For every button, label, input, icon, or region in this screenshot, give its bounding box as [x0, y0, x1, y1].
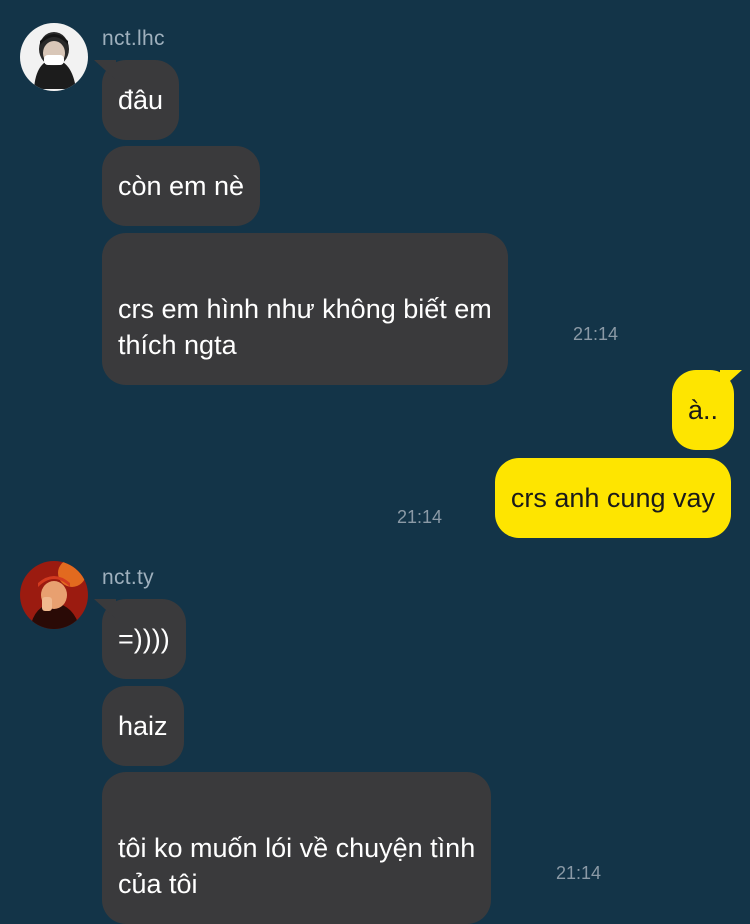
- message-text: tôi ko muốn lói về chuyện tình của tôi: [118, 833, 476, 899]
- message-bubble[interactable]: =)))): [102, 599, 186, 679]
- sender-name: nct.ty: [102, 566, 154, 589]
- message-text: đâu: [118, 85, 164, 115]
- sender-avatar-nct-lhc[interactable]: [20, 23, 88, 91]
- message-text: crs anh cung vay: [510, 483, 715, 513]
- my-message-bubble[interactable]: à..: [671, 370, 734, 450]
- message-text: =)))): [118, 624, 170, 654]
- message-text: crs em hình như không biết em thích ngta: [118, 294, 492, 360]
- message-bubble[interactable]: crs em hình như không biết em thích ngta: [102, 233, 508, 385]
- message-timestamp: 21:14: [573, 324, 619, 344]
- message-bubble[interactable]: tôi ko muốn lói về chuyện tình của tôi: [102, 772, 492, 924]
- message-bubble[interactable]: haiz: [102, 686, 184, 766]
- sender-avatar-nct-ty[interactable]: [20, 561, 88, 629]
- sender-name: nct.lhc: [102, 27, 165, 50]
- user-photo-icon: [20, 23, 88, 91]
- message-timestamp: 21:14: [556, 863, 602, 883]
- message-text: haiz: [118, 711, 168, 741]
- message-bubble[interactable]: đâu: [102, 60, 180, 140]
- message-text: à..: [687, 395, 718, 425]
- my-message-bubble[interactable]: crs anh cung vay: [494, 458, 731, 538]
- user-photo-icon: [20, 561, 88, 629]
- message-bubble[interactable]: còn em nè: [102, 146, 261, 226]
- message-timestamp: 21:14: [397, 507, 443, 527]
- message-text: còn em nè: [118, 171, 245, 201]
